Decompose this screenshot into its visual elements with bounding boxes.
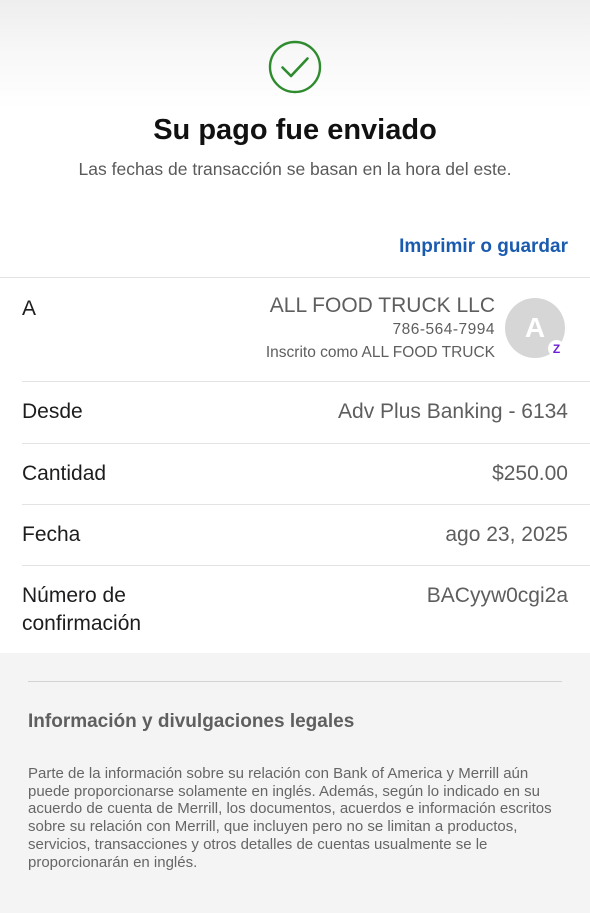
date-value: ago 23, 2025: [445, 523, 568, 546]
zelle-glyph: Z: [552, 341, 561, 356]
date-label: Fecha: [22, 523, 81, 546]
avatar-initial: A: [524, 312, 546, 343]
amount-value: $250.00: [492, 462, 568, 485]
divider: [22, 565, 590, 566]
confirmation-label-line2: confirmación: [22, 612, 142, 635]
from-label: Desde: [22, 400, 83, 423]
divider: [22, 504, 590, 505]
divider: [28, 681, 562, 682]
payee-label: A: [22, 297, 37, 320]
payee-registered-name: Inscrito como ALL FOOD TRUCK: [265, 344, 495, 361]
amount-label: Cantidad: [22, 462, 107, 485]
timezone-note: Las fechas de transacción se basan en la…: [78, 159, 512, 179]
payee-phone: 786-564-7994: [392, 321, 495, 338]
divider: [0, 277, 590, 278]
legal-section: Información y divulgaciones legales Part…: [0, 653, 590, 913]
print-or-save-link[interactable]: Imprimir o guardar: [399, 236, 568, 258]
check-circle-icon: [268, 40, 322, 94]
confirmation-number: BACyyw0cgi2a: [426, 584, 568, 607]
legal-body: Parte de la información sobre su relació…: [28, 765, 552, 871]
payee-name: ALL FOOD TRUCK LLC: [269, 294, 495, 317]
zelle-icon: Z: [548, 340, 565, 357]
from-account: Adv Plus Banking - 6134: [338, 400, 568, 423]
divider: [22, 443, 590, 444]
divider: [22, 381, 590, 382]
legal-title: Información y divulgaciones legales: [28, 711, 355, 732]
confirmation-label-line1: Número de: [22, 584, 126, 607]
page-title: Su pago fue enviado: [153, 114, 437, 146]
